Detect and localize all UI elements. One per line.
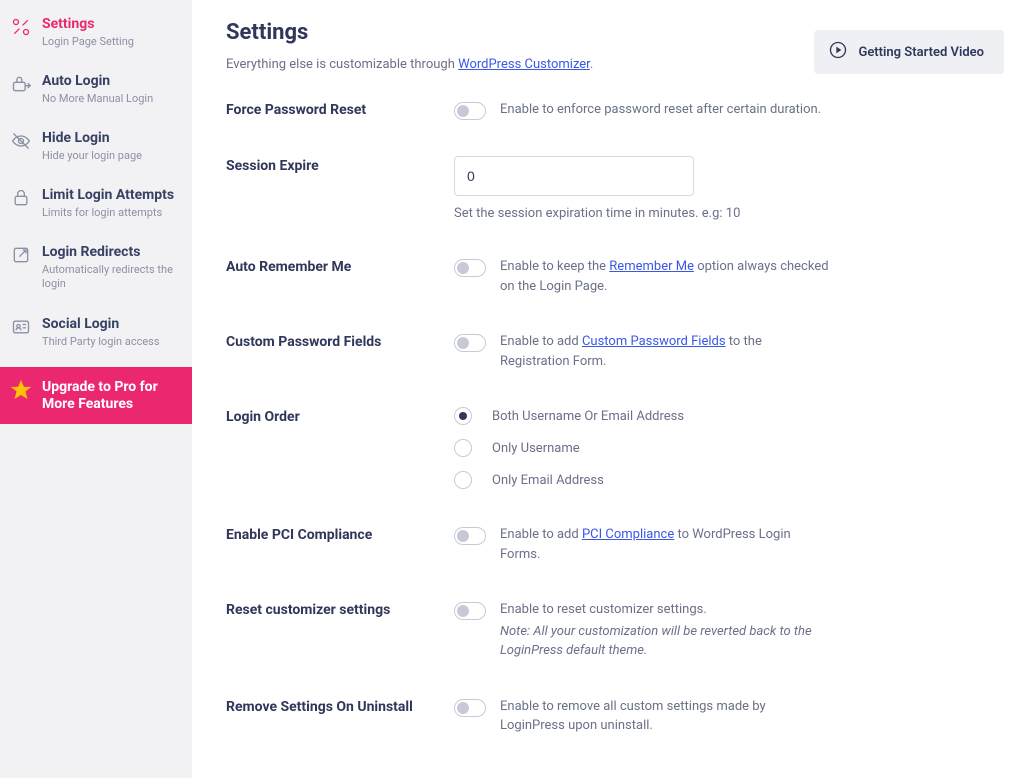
intro-after: . [590, 57, 593, 72]
row-force-password: Force Password Reset Enable to enforce p… [226, 100, 996, 120]
sidebar-item-title: Settings [42, 16, 134, 33]
sidebar-item-social-login[interactable]: Social Login Third Party login access [0, 304, 192, 361]
video-button-label: Getting Started Video [858, 45, 984, 60]
sidebar-item-title: Social Login [42, 316, 160, 333]
pci-compliance-link[interactable]: PCI Compliance [582, 527, 674, 542]
sidebar-item-title: Auto Login [42, 73, 153, 90]
getting-started-video-button[interactable]: Getting Started Video [814, 30, 1004, 74]
sidebar-item-sub: Third Party login access [42, 335, 160, 349]
toggle-force-password[interactable] [454, 102, 486, 120]
sidebar-item-sub: Hide your login page [42, 149, 142, 163]
radio-login-order-both[interactable]: Both Username Or Email Address [454, 407, 996, 425]
sidebar-item-title: Upgrade to Pro for More Features [42, 379, 182, 413]
label-login-order: Login Order [226, 407, 454, 425]
desc-pci: Enable to add PCI Compliance to WordPres… [500, 525, 830, 564]
label-pci: Enable PCI Compliance [226, 525, 454, 543]
social-login-icon [10, 316, 32, 338]
label-auto-remember: Auto Remember Me [226, 257, 454, 275]
row-auto-remember: Auto Remember Me Enable to keep the Reme… [226, 257, 996, 296]
radio-circle-icon [454, 471, 472, 489]
sidebar-item-sub: Limits for login attempts [42, 206, 174, 220]
desc-force-password: Enable to enforce password reset after c… [500, 100, 821, 120]
desc-auto-remember: Enable to keep the Remember Me option al… [500, 257, 830, 296]
custom-password-fields-link[interactable]: Custom Password Fields [582, 334, 726, 349]
desc-note: Note: All your customization will be rev… [500, 622, 830, 661]
radio-label: Only Username [492, 441, 580, 456]
desc-before: Enable to add [500, 527, 582, 542]
sidebar-item-upgrade[interactable]: Upgrade to Pro for More Features [0, 367, 192, 425]
sidebar-item-sub: Login Page Setting [42, 35, 134, 49]
sidebar-item-login-redirects[interactable]: Login Redirects Automatically redirects … [0, 232, 192, 303]
desc-reset-customizer: Enable to reset customizer settings. Not… [500, 600, 830, 661]
desc-before: Enable to keep the [500, 259, 609, 274]
row-custom-password: Custom Password Fields Enable to add Cus… [226, 332, 996, 371]
wordpress-customizer-link[interactable]: WordPress Customizer [458, 57, 590, 72]
label-reset-customizer: Reset customizer settings [226, 600, 454, 618]
intro-before: Everything else is customizable through [226, 57, 458, 72]
desc-remove-uninstall: Enable to remove all custom settings mad… [500, 697, 830, 736]
radio-label: Both Username Or Email Address [492, 409, 684, 424]
radio-login-order-email[interactable]: Only Email Address [454, 471, 996, 489]
main-content: Getting Started Video Settings Everythin… [192, 0, 1024, 778]
toggle-custom-password[interactable] [454, 334, 486, 352]
sidebar-item-auto-login[interactable]: Auto Login No More Manual Login [0, 61, 192, 118]
sidebar-item-settings[interactable]: Settings Login Page Setting [0, 4, 192, 61]
sidebar-item-limit-login[interactable]: Limit Login Attempts Limits for login at… [0, 175, 192, 232]
toggle-remove-uninstall[interactable] [454, 699, 486, 717]
settings-icon [10, 16, 32, 38]
sidebar-item-title: Login Redirects [42, 244, 182, 261]
label-remove-uninstall: Remove Settings On Uninstall [226, 697, 454, 715]
row-pci: Enable PCI Compliance Enable to add PCI … [226, 525, 996, 564]
sidebar: Settings Login Page Setting Auto Login N… [0, 0, 192, 778]
star-icon [10, 379, 32, 401]
label-force-password: Force Password Reset [226, 100, 454, 118]
limit-login-icon [10, 187, 32, 209]
label-custom-password: Custom Password Fields [226, 332, 454, 350]
redirects-icon [10, 244, 32, 266]
row-reset-customizer: Reset customizer settings Enable to rese… [226, 600, 996, 661]
row-session-expire: Session Expire Set the session expiratio… [226, 156, 996, 221]
desc-custom-password: Enable to add Custom Password Fields to … [500, 332, 830, 371]
play-circle-icon [828, 40, 848, 64]
desc-before: Enable to add [500, 334, 582, 349]
sidebar-item-sub: Automatically redirects the login [42, 263, 182, 292]
input-session-expire[interactable] [454, 156, 694, 196]
radio-login-order-username[interactable]: Only Username [454, 439, 996, 457]
label-session-expire: Session Expire [226, 156, 454, 174]
auto-login-icon [10, 73, 32, 95]
sidebar-item-title: Hide Login [42, 130, 142, 147]
toggle-auto-remember[interactable] [454, 259, 486, 277]
toggle-reset-customizer[interactable] [454, 602, 486, 620]
row-login-order: Login Order Both Username Or Email Addre… [226, 407, 996, 489]
desc-text: Enable to reset customizer settings. [500, 602, 707, 617]
radio-circle-icon [454, 407, 472, 425]
toggle-pci[interactable] [454, 527, 486, 545]
helper-session-expire: Set the session expiration time in minut… [454, 206, 996, 221]
sidebar-item-sub: No More Manual Login [42, 92, 153, 106]
hide-login-icon [10, 130, 32, 152]
row-remove-uninstall: Remove Settings On Uninstall Enable to r… [226, 697, 996, 736]
remember-me-link[interactable]: Remember Me [609, 259, 694, 274]
radio-circle-icon [454, 439, 472, 457]
sidebar-item-title: Limit Login Attempts [42, 187, 174, 204]
sidebar-item-hide-login[interactable]: Hide Login Hide your login page [0, 118, 192, 175]
radio-label: Only Email Address [492, 473, 604, 488]
